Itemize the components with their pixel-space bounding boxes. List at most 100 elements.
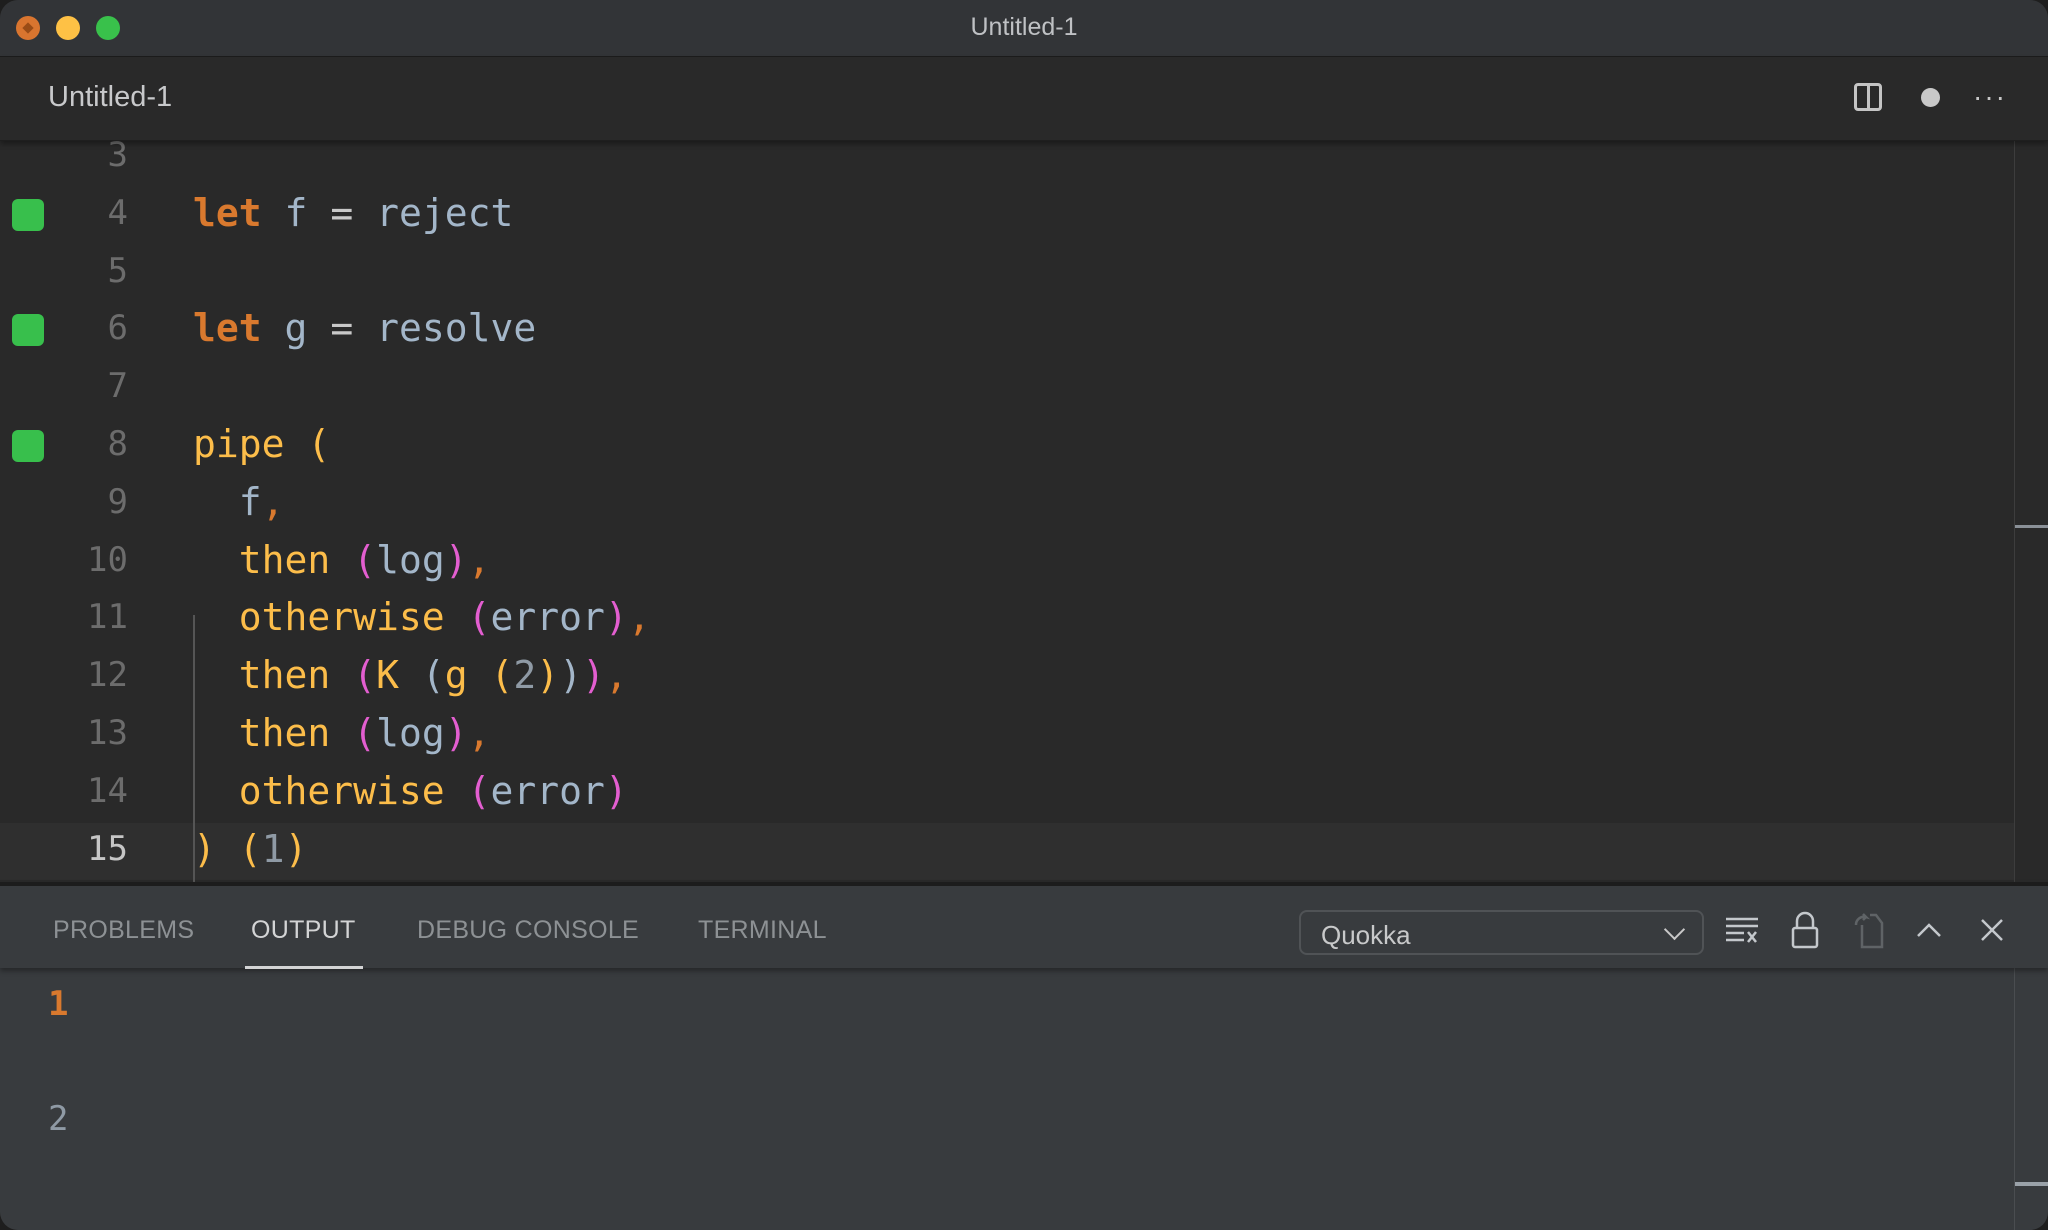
code-token: ( (421, 653, 445, 698)
code-token: 1 (261, 826, 285, 871)
tab-output[interactable]: OUTPUT (251, 916, 356, 945)
code-token: resolve (376, 306, 537, 351)
output-content[interactable]: 1 2 (0, 968, 2014, 1230)
code-token: ) (582, 653, 605, 698)
code-token: then (238, 711, 331, 755)
editor-tab-untitled-1[interactable]: Untitled-1 (48, 81, 172, 114)
code-token: ( (490, 653, 514, 698)
line-number: 9 (107, 481, 128, 522)
code-line[interactable]: 12 then (K (g (2))), (0, 649, 2014, 707)
tab-debug-console[interactable]: DEBUG CONSOLE (417, 916, 639, 945)
code-line[interactable]: 8 pipe ( (0, 418, 2014, 476)
code-line[interactable]: 3 (0, 141, 2014, 187)
active-tab-indicator (245, 966, 363, 969)
editor-scrollbar[interactable] (2014, 141, 2015, 882)
code-token: let (193, 306, 262, 351)
line-number: 7 (107, 366, 128, 407)
clear-output-icon[interactable] (1720, 908, 1764, 952)
title-bar: Untitled-1 (0, 0, 2048, 57)
code-token: , (467, 711, 491, 755)
coverage-indicator-icon (12, 430, 44, 462)
line-number: 5 (107, 250, 128, 291)
maximize-panel-icon[interactable] (1907, 908, 1951, 952)
code-line[interactable]: 15) (1) (0, 822, 2014, 881)
line-number: 14 (87, 770, 128, 811)
code-token: ( (467, 768, 491, 813)
code-token: ) (444, 711, 468, 755)
output-channel-select[interactable]: Quokka (1299, 910, 1704, 955)
code-line[interactable]: 11 otherwise (error), (0, 591, 2014, 649)
indent-guide (193, 615, 195, 882)
code-token: error (490, 768, 605, 813)
tab-problems[interactable]: PROBLEMS (53, 916, 194, 945)
unsaved-dot-icon[interactable] (1912, 79, 1948, 115)
code-text: then (K (g (2))), (193, 653, 628, 697)
editor-scrollbar-position-marker (2015, 525, 2048, 528)
code-line[interactable]: 5 (0, 245, 2014, 303)
split-editor-icon[interactable] (1850, 79, 1886, 115)
code-text: otherwise (error), (193, 595, 651, 639)
code-token: ( (238, 826, 262, 871)
code-token: g (284, 306, 308, 351)
code-token: ( (467, 595, 491, 640)
panel-header: PROBLEMS OUTPUT DEBUG CONSOLE TERMINAL Q… (0, 882, 2048, 969)
code-line[interactable]: 14 otherwise (error) (0, 765, 2014, 823)
code-token: log (376, 537, 445, 582)
code-token: K (376, 653, 399, 698)
line-number: 8 (107, 424, 128, 464)
bottom-panel: PROBLEMS OUTPUT DEBUG CONSOLE TERMINAL Q… (0, 882, 2048, 1230)
code-token: , (627, 595, 651, 640)
lock-scroll-icon[interactable] (1783, 908, 1827, 952)
line-number: 4 (107, 192, 128, 233)
open-log-file-icon[interactable] (1847, 908, 1891, 952)
code-token: , (604, 653, 628, 698)
code-text: let g = resolve (193, 306, 536, 350)
code-token: then (238, 653, 331, 698)
window-title: Untitled-1 (970, 13, 1078, 41)
line-number: 10 (87, 539, 128, 580)
code-text: otherwise (error) (193, 769, 628, 813)
more-actions-icon[interactable]: ··· (1972, 79, 2008, 115)
line-number: 13 (87, 713, 128, 753)
code-line[interactable]: 7 (0, 360, 2014, 418)
output-line: 2 (48, 1099, 69, 1139)
vscode-window: Untitled-1 Untitled-1 ··· 15) (1) 14 othe… (0, 0, 2048, 1230)
code-line[interactable]: 13 then (log), (0, 707, 2014, 765)
code-token: , (467, 537, 491, 582)
code-line[interactable]: 6 let g = resolve (0, 302, 2014, 360)
code-text: f, (193, 480, 285, 524)
code-token: g (444, 653, 468, 698)
code-token: f (238, 479, 262, 524)
code-editor[interactable]: 15) (1) 14 otherwise (error) 13 then (log)… (0, 141, 2048, 882)
close-panel-icon[interactable] (1970, 908, 2014, 952)
line-number: 12 (87, 655, 128, 696)
code-line[interactable]: 9 f, (0, 476, 2014, 534)
coverage-indicator-icon (12, 314, 44, 347)
output-line: 1 (48, 984, 69, 1024)
code-token: ( (307, 422, 331, 466)
code-text: then (log), (193, 711, 491, 755)
code-line[interactable]: 4 let f = reject (0, 187, 2014, 245)
code-token: = (330, 190, 354, 235)
code-token: error (490, 595, 605, 640)
code-line[interactable]: 10 then (log), (0, 534, 2014, 592)
code-text: ) (1) (193, 827, 307, 871)
code-token: ) (444, 537, 468, 582)
tab-terminal[interactable]: TERMINAL (698, 916, 827, 945)
code-text: pipe ( (193, 422, 330, 466)
code-token: pipe (193, 422, 285, 466)
output-scrollbar[interactable] (2014, 968, 2015, 1230)
